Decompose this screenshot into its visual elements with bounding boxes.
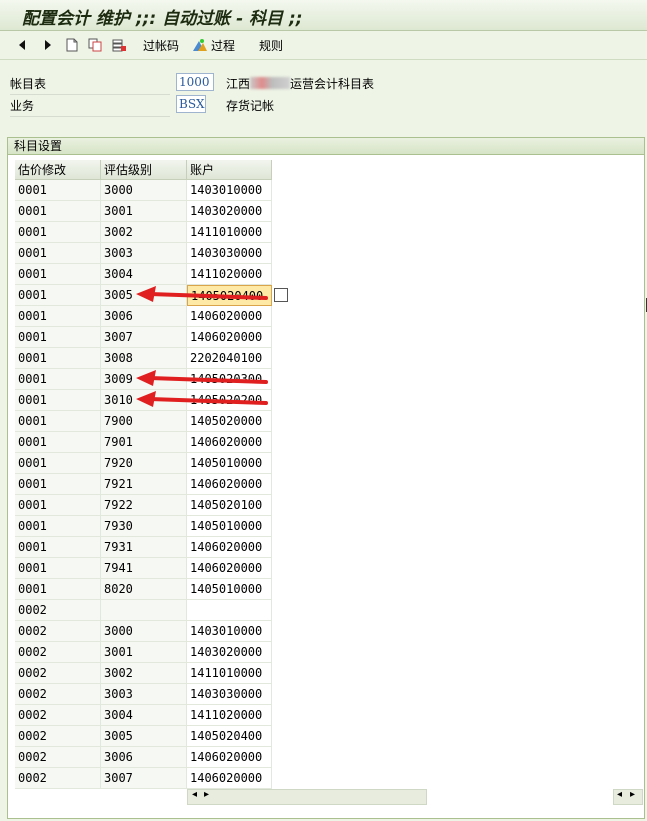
arrow-shaft xyxy=(148,292,268,300)
annotation-arrow xyxy=(136,391,268,407)
arrow-shaft xyxy=(148,376,268,384)
arrow-head xyxy=(136,391,156,407)
annotation-arrows xyxy=(136,286,268,407)
arrow-shaft xyxy=(148,397,268,405)
arrow-head xyxy=(136,286,156,302)
annotation-arrow xyxy=(136,286,268,302)
annotation-arrow xyxy=(136,370,268,386)
arrow-head xyxy=(136,370,156,386)
